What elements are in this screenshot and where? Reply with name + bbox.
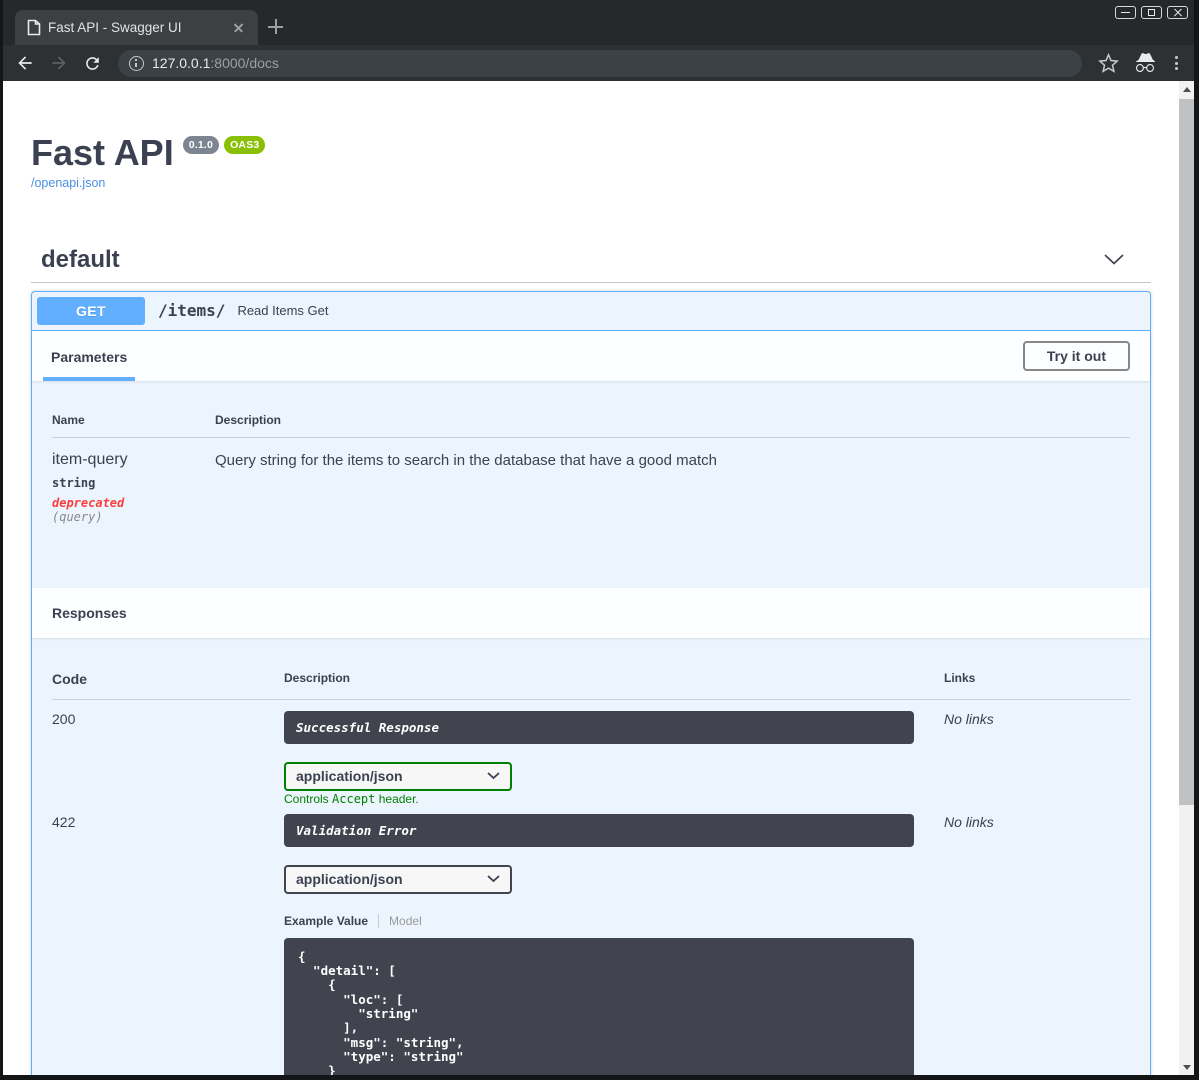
example-value-tab[interactable]: Example Value bbox=[284, 914, 368, 928]
responses-header: Responses bbox=[32, 587, 1150, 638]
titlebar: Fast API - Swagger UI bbox=[3, 0, 1194, 45]
bookmark-star-icon[interactable] bbox=[1098, 52, 1119, 74]
window-controls bbox=[1115, 6, 1188, 19]
back-icon[interactable] bbox=[15, 53, 35, 73]
media-type-select[interactable]: application/json bbox=[284, 761, 512, 791]
response-row-200: 200 Successful Response application/json… bbox=[52, 700, 1130, 805]
accept-header-note: Controls Accept header. bbox=[284, 791, 419, 806]
param-col-description: Description bbox=[215, 412, 282, 427]
minimize-button[interactable] bbox=[1115, 6, 1136, 19]
close-window-button[interactable] bbox=[1167, 6, 1188, 19]
document-icon bbox=[27, 19, 41, 36]
links-cell: No links bbox=[944, 813, 994, 830]
incognito-icon bbox=[1133, 51, 1157, 75]
param-type: string bbox=[52, 475, 96, 490]
swagger-page: Fast API 0.1.0 OAS3 /openapi.json defaul… bbox=[3, 81, 1179, 1075]
tab-title: Fast API - Swagger UI bbox=[48, 20, 182, 35]
opblock-get-items: GET /items/ Read Items Get Parameters Tr… bbox=[31, 290, 1151, 1075]
response-row-422: 422 Validation Error application/json Ex… bbox=[52, 805, 1130, 1075]
select-chevron-icon bbox=[487, 772, 500, 780]
maximize-button[interactable] bbox=[1141, 6, 1162, 19]
param-deprecated: deprecated bbox=[52, 495, 125, 510]
menu-kebab-icon[interactable] bbox=[1171, 56, 1182, 70]
param-col-name: Name bbox=[52, 412, 85, 427]
model-tab[interactable]: Model bbox=[389, 914, 422, 928]
scrollbar-down-arrow[interactable] bbox=[1179, 1059, 1194, 1075]
api-title: Fast API bbox=[31, 132, 174, 173]
resp-col-code: Code bbox=[52, 670, 87, 687]
oas3-badge: OAS3 bbox=[224, 136, 266, 154]
browser-toolbar: 127.0.0.1:8000/docs bbox=[3, 45, 1194, 81]
scrollbar[interactable] bbox=[1179, 81, 1194, 1075]
browser-tab[interactable]: Fast API - Swagger UI bbox=[15, 10, 258, 45]
url-text[interactable]: 127.0.0.1:8000/docs bbox=[152, 55, 279, 71]
select-chevron-icon bbox=[487, 875, 500, 883]
scrollbar-thumb[interactable] bbox=[1179, 99, 1194, 805]
example-json-block: { "detail": [ { "loc": [ "string" ], "ms… bbox=[284, 937, 914, 1075]
param-location: (query) bbox=[52, 509, 103, 524]
example-model-tabs: Example Value Model bbox=[284, 913, 944, 928]
method-badge: GET bbox=[37, 296, 145, 325]
chevron-down-icon[interactable] bbox=[1103, 253, 1125, 266]
scrollbar-up-arrow[interactable] bbox=[1179, 81, 1194, 97]
operation-summary-text: Read Items Get bbox=[237, 303, 329, 319]
parameters-body: Name Description item-query string depre… bbox=[32, 381, 1150, 588]
resp-col-description: Description bbox=[284, 670, 351, 685]
tag-section-header[interactable]: default bbox=[31, 235, 1151, 283]
openapi-spec-link[interactable]: /openapi.json bbox=[31, 176, 105, 190]
operation-summary[interactable]: GET /items/ Read Items Get bbox=[32, 292, 1150, 331]
links-cell: No links bbox=[944, 710, 994, 727]
new-tab-button[interactable] bbox=[265, 16, 287, 38]
param-description: Query string for the items to search in … bbox=[215, 451, 717, 469]
parameter-row: item-query string deprecated (query) Que… bbox=[52, 438, 1130, 524]
resp-col-links: Links bbox=[944, 670, 976, 685]
response-description: Successful Response bbox=[284, 710, 914, 744]
param-name: item-query bbox=[52, 450, 128, 468]
response-description: Validation Error bbox=[284, 813, 914, 847]
tab-close-icon[interactable] bbox=[230, 20, 246, 36]
info-icon[interactable] bbox=[129, 55, 144, 71]
reload-icon[interactable] bbox=[83, 54, 102, 73]
operation-path: /items/ bbox=[158, 301, 226, 321]
forward-icon[interactable] bbox=[49, 53, 69, 73]
responses-body: Code Description Links 200 Successful Re… bbox=[32, 638, 1150, 1075]
page-viewport: Fast API 0.1.0 OAS3 /openapi.json defaul… bbox=[3, 81, 1194, 1075]
parameters-header: Parameters Try it out bbox=[32, 330, 1150, 381]
parameters-tab[interactable]: Parameters bbox=[43, 349, 136, 381]
browser-window: Fast API - Swagger UI 127.0.0.1:8000/doc… bbox=[0, 0, 1199, 1080]
media-type-select[interactable]: application/json bbox=[284, 864, 512, 894]
url-bar[interactable]: 127.0.0.1:8000/docs bbox=[118, 49, 1082, 77]
version-badge: 0.1.0 bbox=[182, 136, 220, 154]
tag-name: default bbox=[41, 245, 120, 273]
try-it-out-button[interactable]: Try it out bbox=[1022, 340, 1130, 371]
